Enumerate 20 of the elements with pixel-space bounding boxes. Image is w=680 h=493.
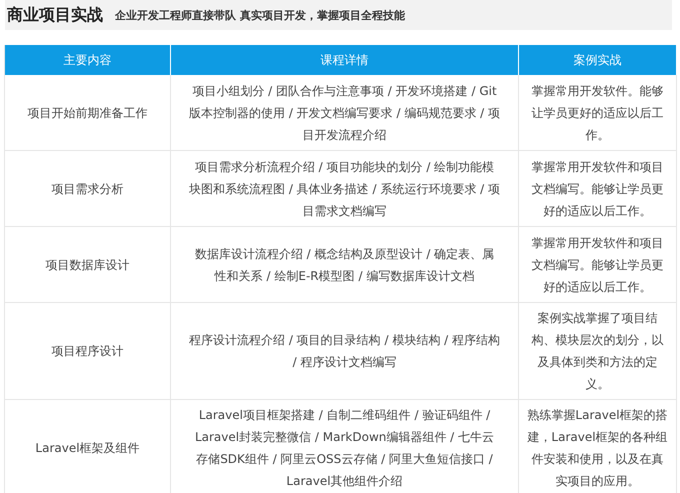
- table-cell: 案例实战掌握了项目结构、模块层次的划分，以及具体到类和方法的定义。: [519, 303, 677, 400]
- column-header: 案例实战: [519, 45, 677, 75]
- table-cell: 项目需求分析: [5, 151, 171, 227]
- table-cell: 项目程序设计: [5, 303, 171, 400]
- table-cell: 掌握常用开发软件和项目文档编写。能够让学员更好的适应以后工作。: [519, 227, 677, 303]
- table-cell: 数据库设计流程介绍 / 概念结构及原型设计 / 确定表、属性和关系 / 绘制E-R模型图 / 编写数据库设计文档: [171, 227, 519, 303]
- section-title: 商业项目实战: [7, 4, 103, 26]
- table-cell: 项目开始前期准备工作: [5, 75, 171, 151]
- section-subtitle: 企业开发工程师直接带队 真实项目开发，掌握项目全程技能: [115, 8, 405, 22]
- table-cell: 程序设计流程介绍 / 项目的目录结构 / 模块结构 / 程序结构 / 程序设计文档编写: [171, 303, 519, 400]
- column-header: 主要内容: [5, 45, 171, 75]
- table-cell: 项目需求分析流程介绍 / 项目功能块的划分 / 绘制功能模块图和系统流程图 / 具体业务描述 / 系统运行环境要求 / 项目需求文档编写: [171, 151, 519, 227]
- column-header: 课程详情: [171, 45, 519, 75]
- table-cell: 掌握常用开发软件和项目文档编写。能够让学员更好的适应以后工作。: [519, 151, 677, 227]
- table-cell: Laravel项目框架搭建 / 自制二维码组件 / 验证码组件 / Laravel封装完整微信 / MarkDown编辑器组件 / 七牛云存储SDK组件 / 阿里云OSS云存储 / 阿里大鱼短信接口 / Laravel其他组件介绍: [171, 400, 519, 493]
- table-cell: 项目小组划分 / 团队合作与注意事项 / 开发环境搭建 / Git版本控制器的使用 / 开发文档编写要求 / 编码规范要求 / 项目开发流程介绍: [171, 75, 519, 151]
- table-cell: 熟练掌握Laravel框架的搭建，Laravel框架的各种组件安装和使用，以及在真实项目的应用。: [519, 400, 677, 493]
- table-cell: Laravel框架及组件: [5, 400, 171, 493]
- table-cell: 掌握常用开发软件。能够让学员更好的适应以后工作。: [519, 75, 677, 151]
- table-cell: 项目数据库设计: [5, 227, 171, 303]
